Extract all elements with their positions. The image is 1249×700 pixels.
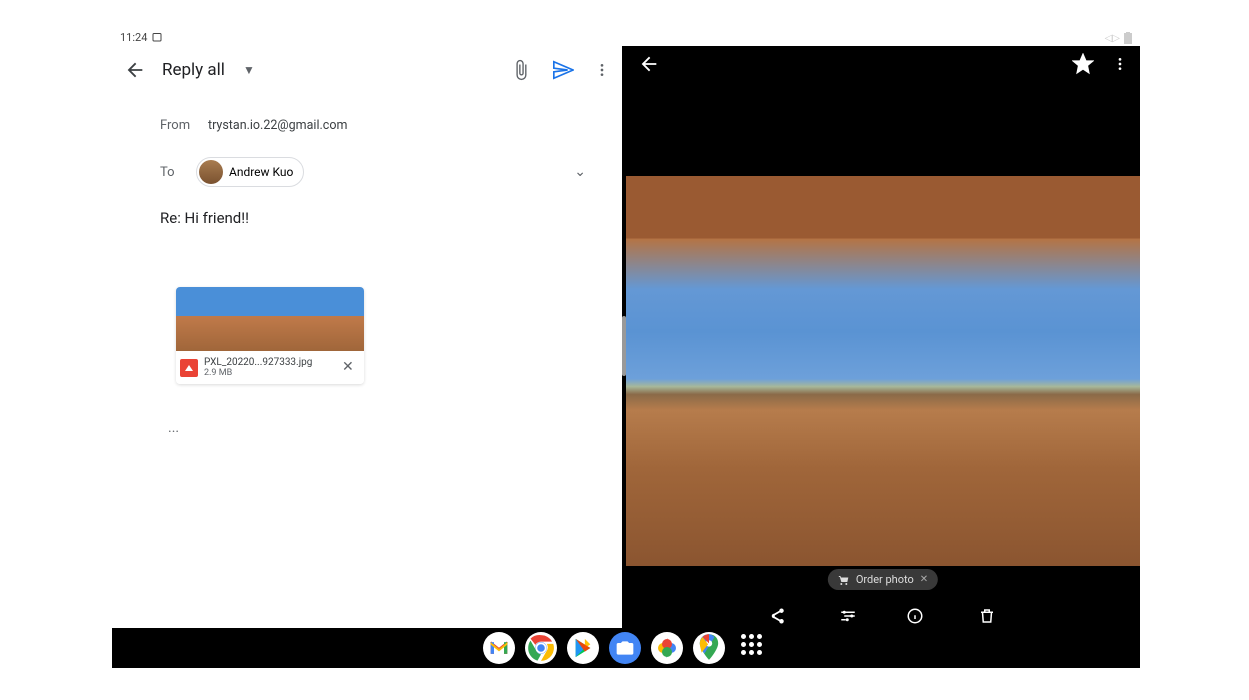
- attachment-size: 2.9 MB: [204, 368, 336, 378]
- to-label: To: [160, 165, 184, 180]
- calendar-notification-icon: [151, 31, 163, 43]
- gmail-compose-pane: Reply all ▼ From trystan.io.22@gmail.com…: [112, 46, 622, 646]
- recipient-chip[interactable]: Andrew Kuo: [196, 157, 304, 187]
- from-value[interactable]: trystan.io.22@gmail.com: [208, 118, 347, 133]
- signal-icon: ◁▷: [1105, 33, 1120, 44]
- trash-icon: [978, 607, 996, 625]
- from-label: From: [160, 118, 196, 133]
- photos-viewer-pane: Order photo ✕ Share Edit Info: [626, 46, 1140, 646]
- reply-mode-dropdown-icon[interactable]: ▼: [243, 63, 255, 77]
- expand-recipients-icon[interactable]: ⌄: [574, 164, 586, 180]
- order-chip-label: Order photo: [856, 573, 914, 586]
- more-vert-icon[interactable]: [594, 59, 610, 81]
- taskbar: [112, 628, 1140, 668]
- remove-attachment-icon[interactable]: ✕: [342, 359, 360, 377]
- quoted-text-toggle[interactable]: ...: [168, 420, 586, 436]
- battery-icon: [1124, 32, 1132, 44]
- subject-field[interactable]: Re: Hi friend!!: [160, 209, 586, 227]
- app-drawer-icon[interactable]: [741, 634, 769, 662]
- edit-icon: [839, 607, 857, 625]
- photo-viewport[interactable]: [626, 176, 1140, 566]
- info-icon: [906, 607, 924, 625]
- status-bar: 11:24 ◁▷: [112, 28, 1140, 46]
- cart-icon: [838, 574, 850, 586]
- dismiss-chip-icon[interactable]: ✕: [920, 574, 928, 585]
- compose-title[interactable]: Reply all: [162, 60, 225, 80]
- attachment-card[interactable]: PXL_20220...927333.jpg 2.9 MB ✕: [176, 287, 364, 384]
- taskbar-play-store-icon[interactable]: [567, 632, 599, 664]
- taskbar-photos-icon[interactable]: [651, 632, 683, 664]
- attachment-filename: PXL_20220...927333.jpg: [204, 357, 336, 368]
- recipient-name: Andrew Kuo: [229, 165, 293, 179]
- photos-more-vert-icon[interactable]: [1112, 53, 1128, 79]
- taskbar-camera-icon[interactable]: [609, 632, 641, 664]
- share-icon: [768, 607, 786, 625]
- taskbar-chrome-icon[interactable]: [525, 632, 557, 664]
- attach-icon[interactable]: [510, 59, 532, 81]
- status-time: 11:24: [120, 31, 147, 44]
- favorite-star-icon[interactable]: [1072, 53, 1094, 80]
- taskbar-gmail-icon[interactable]: [483, 632, 515, 664]
- image-file-icon: [180, 359, 198, 377]
- taskbar-maps-icon[interactable]: [693, 632, 725, 664]
- back-arrow-icon[interactable]: [124, 59, 146, 81]
- send-icon[interactable]: [552, 59, 574, 81]
- photos-back-icon[interactable]: [638, 53, 660, 80]
- avatar: [199, 160, 223, 184]
- order-photo-chip[interactable]: Order photo ✕: [828, 569, 938, 590]
- attachment-thumbnail: [176, 287, 364, 351]
